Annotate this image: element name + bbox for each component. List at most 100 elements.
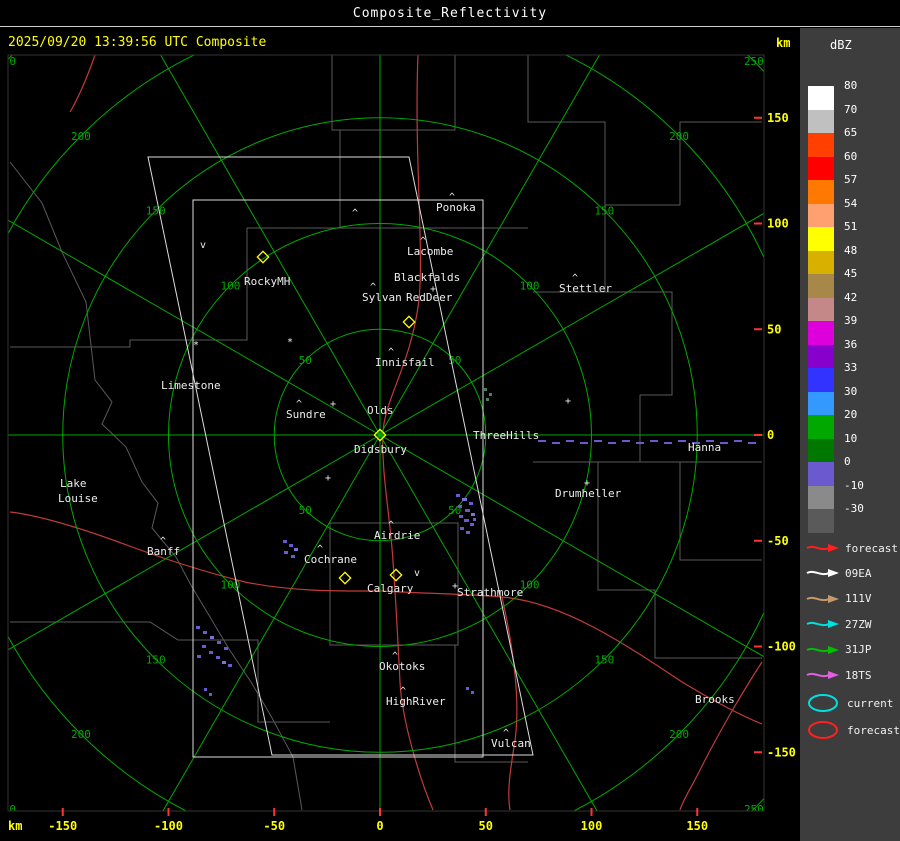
- legend-label: forecast: [845, 541, 898, 555]
- city-label: Vulcan: [491, 737, 531, 750]
- precip-echo: [471, 691, 474, 694]
- legend-label: forecast: [847, 723, 900, 737]
- ring-distance-label: 200: [669, 130, 689, 143]
- legend-row: 111V: [806, 590, 872, 608]
- precip-echo: [222, 661, 226, 664]
- town-marker: +: [330, 399, 336, 410]
- precip-echo: [209, 651, 213, 654]
- town-marker: +: [430, 284, 436, 295]
- colorbar-cell: [808, 438, 834, 462]
- storm-ellipse-icon: [808, 721, 838, 739]
- precip-echo: [566, 440, 574, 442]
- precip-echo: [216, 656, 220, 659]
- precip-echo: [294, 548, 298, 551]
- colorbar-cell: [808, 250, 834, 274]
- county-boundary: [331, 55, 341, 228]
- legend-label: 31JP: [845, 643, 872, 657]
- colorbar-cell: [808, 391, 834, 415]
- track-arrow-icon: [806, 620, 839, 629]
- precip-echo: [594, 440, 602, 442]
- colorbar-cell: [808, 344, 834, 368]
- colorbar-tick-label: 30: [844, 384, 858, 398]
- colorbar-cell: [808, 203, 834, 227]
- colorbar-tick-label: 48: [844, 243, 858, 257]
- colorbar-panel: dBZ 80 70 65 60 57 54 51 48 45 42 39 36 33 30 20 10 0 -10…: [800, 28, 900, 841]
- colorbar-cell: [808, 297, 834, 321]
- colorbar-tick-label: 20: [844, 408, 858, 421]
- precip-echo: [720, 442, 728, 444]
- precip-echo: [224, 647, 228, 650]
- legend-row: 09EA: [806, 564, 872, 582]
- precip-echo: [210, 636, 214, 639]
- town-marker: *: [193, 340, 199, 351]
- map-content: 50 5050 50100 100100 100150 150150 150200 20020…: [8, 55, 764, 811]
- precip-echo: [473, 518, 476, 521]
- county-boundary: [679, 462, 762, 561]
- legend-row: current: [806, 694, 893, 712]
- precip-echo: [289, 544, 293, 547]
- city-label: HighRiver: [386, 695, 446, 708]
- ring-distance-label: 150: [594, 205, 614, 218]
- precip-echo: [197, 655, 201, 658]
- colorbar-tick-label: 36: [844, 337, 858, 351]
- town-marker: ^: [392, 651, 398, 662]
- colorbar-cell: [808, 133, 834, 157]
- colorbar-tick-label: 0: [844, 455, 851, 468]
- precip-echo: [203, 631, 207, 634]
- precip-echo: [228, 664, 232, 667]
- town-marker: ^: [370, 282, 376, 293]
- track-arrow-icon: [806, 594, 839, 603]
- precip-echo: [217, 641, 221, 644]
- colorbar-cell: [808, 368, 834, 392]
- precip-echo: [209, 693, 212, 696]
- colorbar-tick-label: 54: [844, 196, 858, 210]
- precip-echo: [734, 440, 742, 442]
- city-label: Louise: [58, 492, 98, 505]
- bottom-axis-label: 0: [376, 819, 383, 833]
- town-marker: *: [287, 337, 293, 348]
- track-arrow-icon: [806, 569, 839, 578]
- track-arrow-icon: [806, 671, 839, 679]
- city-label: Brooks: [695, 693, 735, 706]
- radar-map[interactable]: 50 50 50 50 100 100 100 100 150 150 150 150 200 200 20…: [0, 0, 800, 841]
- precip-echo: [580, 442, 588, 444]
- town-marker: ^: [388, 520, 394, 531]
- city-label: Lake: [60, 477, 87, 490]
- track-arrow-icon: [806, 544, 839, 552]
- colorbar-tick-label: -30: [844, 502, 864, 515]
- town-marker: ^: [420, 236, 426, 247]
- colorbar-cell: [808, 415, 834, 439]
- right-axis-label: 50: [767, 322, 781, 336]
- highway-line: [679, 661, 763, 811]
- bottom-axis-label: -100: [154, 819, 183, 833]
- radar-site-diamond: [338, 571, 352, 585]
- ring-distance-label: 150: [594, 653, 614, 666]
- bottom-axis-label: 50: [479, 819, 493, 833]
- precip-echo: [459, 515, 463, 518]
- colorbar-cell: [808, 485, 834, 509]
- colorbar-cell: [808, 86, 834, 110]
- colorbar-tick-label: 57: [844, 173, 858, 186]
- highway-line: [501, 596, 518, 811]
- colorbar-tick-label: 51: [844, 220, 858, 233]
- legend-label: 18TS: [845, 668, 872, 682]
- precip-echo: [202, 645, 206, 648]
- city-label: Innisfail: [375, 356, 435, 369]
- legend-label: 111V: [845, 592, 872, 606]
- radar-site-diamond: [389, 568, 403, 582]
- colorbar-tick-label: 42: [844, 290, 858, 304]
- colorbar-cell: [808, 227, 834, 251]
- precip-echo: [284, 551, 288, 554]
- precip-echo: [291, 555, 295, 558]
- town-marker: ^: [317, 544, 323, 555]
- ring-distance-label: 150: [146, 205, 166, 218]
- colorbar-tick-label: 70: [844, 102, 858, 116]
- town-marker: ^: [388, 347, 394, 358]
- ring-distance-label: 200: [71, 130, 91, 143]
- ring-distance-label: 50: [299, 354, 312, 367]
- colorbar-tick-label: 80: [844, 79, 858, 92]
- bottom-axis-label: -150: [48, 819, 77, 833]
- precip-echo: [471, 513, 475, 516]
- precip-echo: [608, 442, 616, 444]
- legend-row: 31JP: [806, 641, 872, 659]
